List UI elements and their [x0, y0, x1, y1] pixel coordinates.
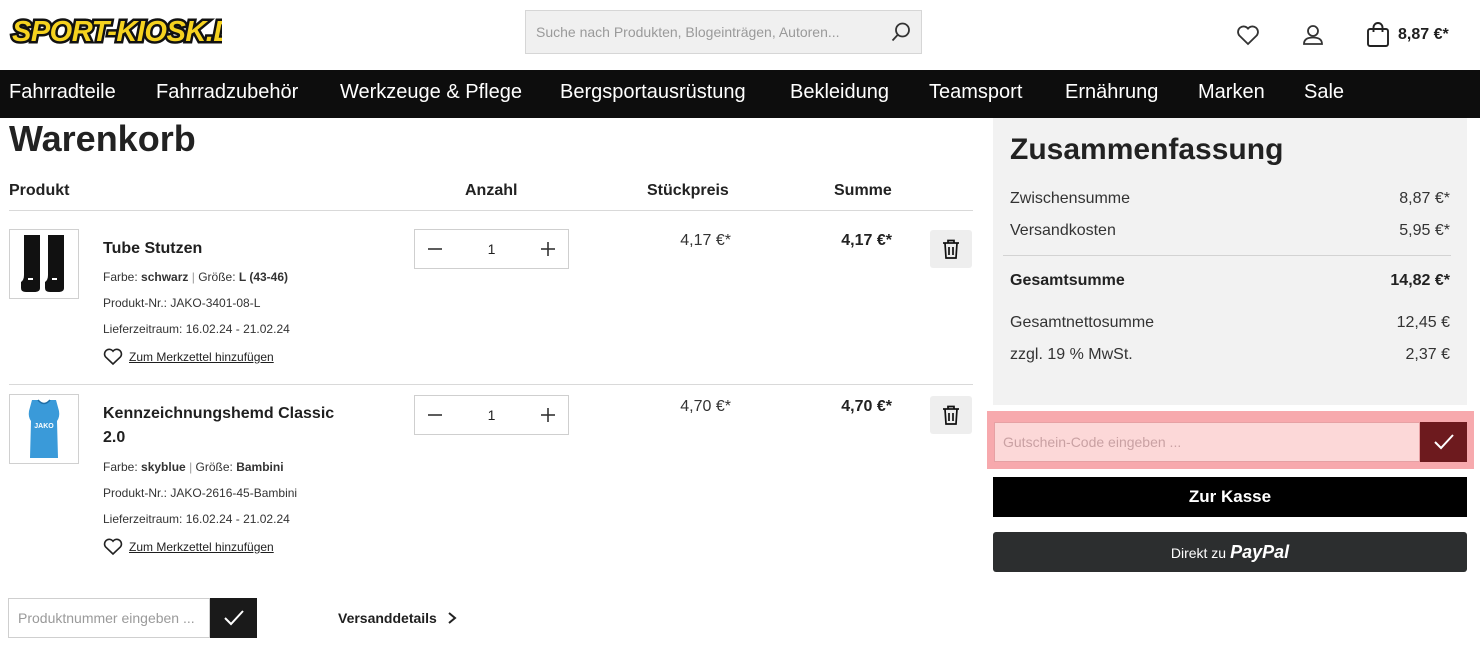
product-number-field	[8, 598, 210, 638]
remove-item-button[interactable]	[930, 230, 972, 268]
grand-total-label: Gesamtsumme	[1010, 272, 1125, 289]
paypal-prefix: Direkt zu	[1170, 545, 1227, 561]
summary-title: Zusammenfassung	[1010, 133, 1284, 166]
account-icon[interactable]	[1300, 22, 1326, 48]
paypal-logo: PayPal	[1230, 542, 1290, 562]
column-header-total: Summe	[834, 182, 892, 199]
add-to-wishlist-link[interactable]: Zum Merkzettel hinzufügen	[103, 347, 274, 367]
unit-price: 4,70 €*	[680, 398, 731, 415]
order-summary: Zusammenfassung Zwischensumme 8,87 €* Ve…	[993, 118, 1467, 405]
column-header-product: Produkt	[9, 182, 70, 199]
nav-item-fahrradteile[interactable]: Fahrradteile	[9, 81, 116, 104]
color-value: skyblue	[141, 460, 186, 474]
heart-icon[interactable]	[1235, 22, 1261, 48]
site-logo[interactable]: SPORT-KIOSK.DE	[8, 14, 223, 48]
line-total: 4,70 €*	[841, 398, 892, 415]
table-divider	[9, 210, 973, 211]
shirt-image: JAKO	[28, 399, 60, 458]
apply-voucher-button[interactable]	[1420, 422, 1467, 462]
subtotal-label: Zwischensumme	[1010, 190, 1131, 207]
checkmark-icon	[224, 610, 244, 626]
size-value: Bambini	[236, 460, 284, 474]
shipping-details-label: Versanddetails	[338, 610, 437, 626]
shipping-details-link[interactable]: Versanddetails	[338, 610, 459, 626]
nav-item-fahrradzubehoer[interactable]: Fahrradzubehör	[156, 81, 298, 104]
nav-item-bergsportausruestung[interactable]: Bergsportausrüstung	[560, 81, 746, 104]
nav-item-bekleidung[interactable]: Bekleidung	[790, 81, 889, 104]
product-number: Produkt-Nr.: JAKO-2616-45-Bambini	[103, 486, 298, 500]
add-product-button[interactable]	[210, 598, 257, 638]
heart-icon	[103, 348, 123, 366]
product-number: Produkt-Nr.: JAKO-3401-08-L	[103, 296, 261, 310]
product-name[interactable]: Tube Stutzen	[103, 237, 353, 261]
paypal-checkout-button[interactable]: Direkt zu PayPal	[993, 532, 1467, 572]
voucher-input[interactable]	[995, 423, 1415, 461]
size-value: L (43-46)	[238, 270, 289, 284]
quantity-stepper: 1	[414, 395, 569, 435]
chevron-right-icon	[448, 612, 457, 624]
main-navigation: Fahrradteile Fahrradzubehör Werkzeuge & …	[0, 70, 1480, 118]
shopping-bag-icon	[1367, 22, 1389, 47]
summary-divider	[1003, 255, 1451, 256]
unit-price: 4,17 €*	[680, 232, 731, 249]
product-image[interactable]	[9, 229, 79, 299]
site-header: SPORT-KIOSK.DE 8,87 €*	[0, 0, 1480, 70]
net-total-value: 12,45 €	[1396, 314, 1450, 331]
nav-item-sale[interactable]: Sale	[1304, 81, 1344, 104]
cart-amount: 8,87 €*	[1398, 26, 1449, 43]
size-label: Größe:	[195, 460, 233, 474]
search-input[interactable]	[526, 11, 881, 53]
row-divider	[9, 384, 973, 385]
svg-text:SPORT-KIOSK.DE: SPORT-KIOSK.DE	[12, 16, 222, 48]
wishlist-label: Zum Merkzettel hinzufügen	[129, 350, 274, 364]
vat-label: zzgl. 19 % MwSt.	[1010, 346, 1133, 363]
net-total-label: Gesamtnettosumme	[1010, 314, 1155, 331]
color-label: Farbe:	[103, 460, 138, 474]
search-icon[interactable]	[889, 20, 913, 44]
wishlist-label: Zum Merkzettel hinzufügen	[129, 540, 274, 554]
product-variant: Farbe: skyblue | Größe: Bambini	[103, 460, 284, 474]
checkmark-icon	[1434, 434, 1454, 450]
size-label: Größe:	[198, 270, 236, 284]
search-bar	[525, 10, 922, 54]
remove-item-button[interactable]	[930, 396, 972, 434]
heart-icon	[103, 538, 123, 556]
nav-item-werkzeuge-pflege[interactable]: Werkzeuge & Pflege	[340, 81, 522, 104]
quantity-stepper: 1	[414, 229, 569, 269]
svg-text:JAKO: JAKO	[34, 423, 54, 430]
cart-button[interactable]: 8,87 €*	[1366, 20, 1449, 50]
grand-total-value: 14,82 €*	[1390, 272, 1450, 289]
page-title: Warenkorb	[9, 118, 196, 159]
trash-icon	[943, 239, 959, 259]
voucher-field	[994, 422, 1420, 462]
color-value: schwarz	[141, 270, 189, 284]
shipping-value: 5,95 €*	[1399, 222, 1450, 239]
trash-icon	[943, 405, 959, 425]
product-image[interactable]: JAKO	[9, 394, 79, 464]
column-header-quantity: Anzahl	[465, 182, 518, 199]
delivery-time: Lieferzeitraum: 16.02.24 - 21.02.24	[103, 512, 290, 526]
checkout-button[interactable]: Zur Kasse	[993, 477, 1467, 517]
line-total: 4,17 €*	[841, 232, 892, 249]
nav-item-teamsport[interactable]: Teamsport	[929, 81, 1022, 104]
vat-value: 2,37 €	[1405, 346, 1450, 363]
product-name[interactable]: Kennzeichnungshemd Classic 2.0	[103, 402, 353, 450]
nav-item-marken[interactable]: Marken	[1198, 81, 1265, 104]
socks-image	[21, 235, 64, 292]
nav-item-ernaehrung[interactable]: Ernährung	[1065, 81, 1158, 104]
shipping-label: Versandkosten	[1010, 222, 1116, 239]
product-variant: Farbe: schwarz | Größe: L (43-46)	[103, 270, 289, 284]
product-number-input[interactable]	[9, 599, 209, 637]
plus-icon[interactable]	[540, 241, 556, 257]
plus-icon[interactable]	[540, 407, 556, 423]
delivery-time: Lieferzeitraum: 16.02.24 - 21.02.24	[103, 322, 290, 336]
color-label: Farbe:	[103, 270, 138, 284]
add-to-wishlist-link[interactable]: Zum Merkzettel hinzufügen	[103, 537, 274, 557]
column-header-unit-price: Stückpreis	[647, 182, 729, 199]
subtotal-value: 8,87 €*	[1399, 190, 1450, 207]
